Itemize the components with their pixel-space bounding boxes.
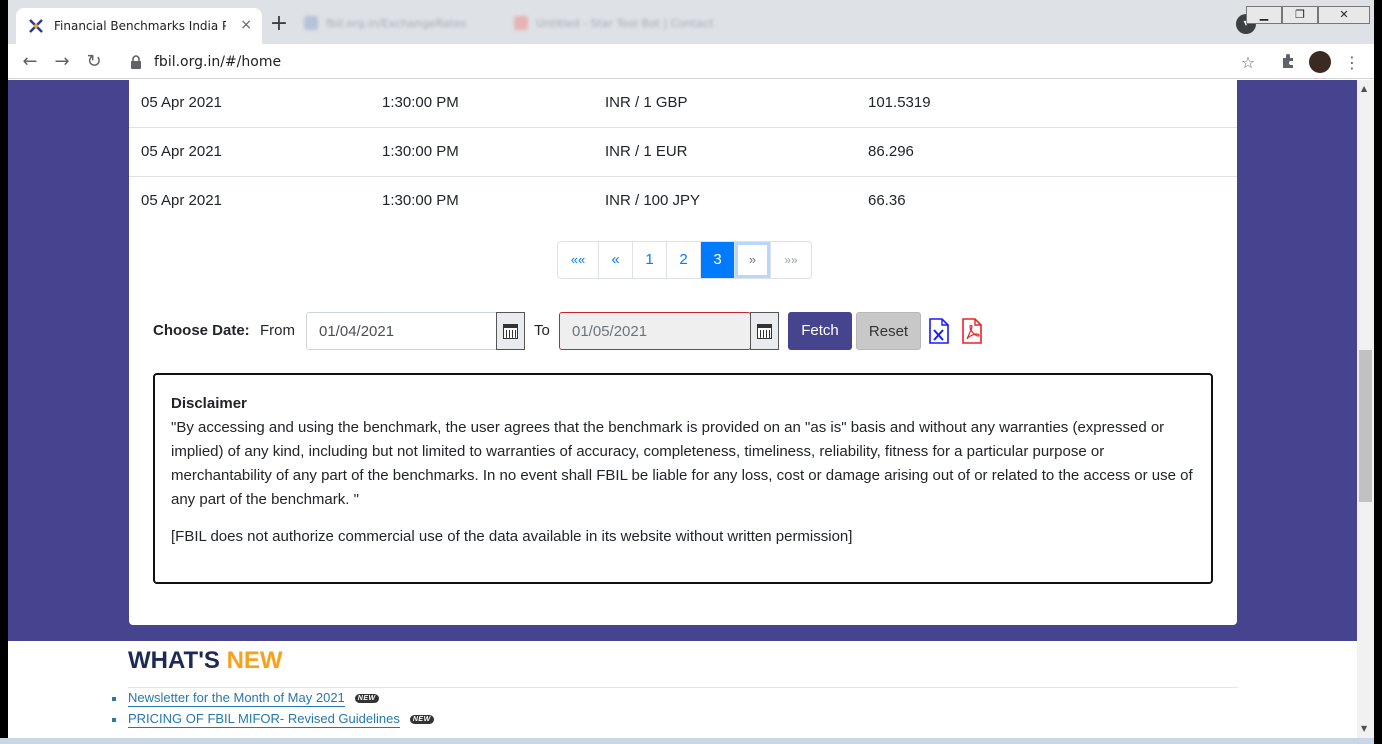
browser-menu-icon[interactable]: ⋮ [1342, 53, 1362, 73]
cell-currency: INR / 100 JPY [605, 192, 701, 209]
pdf-export-icon[interactable] [961, 318, 983, 344]
os-taskbar [0, 738, 1382, 744]
cell-date: 05 Apr 2021 [141, 94, 222, 111]
scrollbar-thumb[interactable] [1359, 350, 1372, 502]
background-tab-2[interactable]: Untitled - Star Tool Bot | Contact [514, 8, 713, 38]
page-1-button[interactable]: 1 [633, 242, 667, 278]
reset-button[interactable]: Reset [856, 312, 921, 350]
bullet-icon [112, 717, 116, 722]
lock-icon [130, 55, 144, 69]
address-bar[interactable]: fbil.org.in/#/home [118, 48, 1264, 76]
fetch-button[interactable]: Fetch [788, 312, 852, 350]
news-item: PRICING OF FBIL MIFOR- Revised Guideline… [112, 711, 434, 728]
extensions-icon[interactable] [1278, 53, 1298, 73]
next-page-button[interactable]: » [735, 242, 771, 278]
divider [128, 687, 1238, 688]
screen-edge [1374, 0, 1382, 744]
bullet-icon [112, 696, 116, 701]
back-icon[interactable]: ← [18, 50, 42, 74]
forward-icon[interactable]: → [50, 50, 74, 74]
browser-window: Financial Benchmarks India Pvt Lt × + fb… [8, 0, 1374, 744]
maximize-button[interactable]: ❐ [1282, 6, 1318, 24]
news-link[interactable]: PRICING OF FBIL MIFOR- Revised Guideline… [128, 711, 400, 728]
close-window-button[interactable]: ✕ [1318, 6, 1370, 24]
news-link[interactable]: Newsletter for the Month of May 2021 [128, 690, 345, 707]
news-item: Newsletter for the Month of May 2021 NEW [112, 690, 379, 707]
date-filter: Choose Date: From 01/04/2021 To 01/05/20… [153, 312, 1033, 350]
disclaimer-text: "By accessing and using the benchmark, t… [171, 419, 1193, 508]
disclaimer-box: Disclaimer "By accessing and using the b… [153, 373, 1213, 584]
bookmark-star-icon[interactable]: ☆ [1238, 53, 1258, 73]
reload-icon[interactable]: ↻ [82, 50, 106, 74]
url-text: fbil.org.in/#/home [154, 54, 282, 70]
scroll-down-icon[interactable]: ▼ [1361, 724, 1367, 733]
new-badge-icon: NEW [409, 715, 434, 724]
cell-currency: INR / 1 GBP [605, 94, 688, 111]
to-date-input[interactable]: 01/05/2021 [559, 312, 751, 350]
last-page-button[interactable]: »» [771, 242, 811, 278]
page-viewport: 05 Apr 2021 1:30:00 PM INR / 1 GBP 101.5… [8, 80, 1357, 744]
fbil-favicon-icon [28, 18, 44, 34]
cell-date: 05 Apr 2021 [141, 192, 222, 209]
page-2-button[interactable]: 2 [667, 242, 701, 278]
choose-date-label: Choose Date: [153, 322, 250, 339]
to-calendar-button[interactable] [750, 312, 779, 350]
disclaimer-title: Disclaimer [171, 395, 247, 412]
cell-currency: INR / 1 EUR [605, 143, 688, 160]
tab-favicon-icon [514, 16, 528, 30]
cell-date: 05 Apr 2021 [141, 143, 222, 160]
cell-time: 1:30:00 PM [382, 143, 459, 160]
table-row: 05 Apr 2021 1:30:00 PM INR / 100 JPY 66.… [129, 177, 1237, 226]
background-tab-title: fbil.org.in/ExchangeRates [326, 16, 467, 30]
tab-fbil[interactable]: Financial Benchmarks India Pvt Lt × [16, 8, 262, 44]
cell-rate: 66.36 [868, 192, 906, 209]
whats-new-title-part-1: WHAT'S [128, 647, 227, 674]
rates-card: 05 Apr 2021 1:30:00 PM INR / 1 GBP 101.5… [129, 80, 1237, 625]
whats-new-title-part-2: NEW [226, 647, 283, 674]
first-page-button[interactable]: «« [558, 242, 599, 278]
scroll-up-icon[interactable]: ▲ [1361, 84, 1367, 93]
page-3-button[interactable]: 3 [701, 242, 735, 278]
background-tab-1[interactable]: fbil.org.in/ExchangeRates [304, 8, 466, 38]
tab-favicon-icon [304, 16, 318, 30]
disclaimer-note: [FBIL does not authorize commercial use … [171, 528, 853, 545]
close-tab-icon[interactable]: × [240, 17, 252, 33]
table-row: 05 Apr 2021 1:30:00 PM INR / 1 EUR 86.29… [129, 128, 1237, 177]
to-label: To [534, 322, 550, 339]
page-scrollbar[interactable]: ▲ ▼ [1357, 80, 1374, 744]
cell-rate: 86.296 [868, 143, 914, 160]
from-label: From [260, 322, 295, 339]
from-calendar-button[interactable] [496, 312, 525, 350]
cell-rate: 101.5319 [868, 94, 931, 111]
pagination: «« « 1 2 3 » »» [557, 241, 812, 279]
from-date-input[interactable]: 01/04/2021 [306, 312, 498, 350]
tab-bar: Financial Benchmarks India Pvt Lt × + fb… [8, 0, 1374, 44]
new-badge-icon: NEW [354, 694, 379, 703]
profile-avatar[interactable] [1309, 51, 1331, 73]
prev-page-button[interactable]: « [599, 242, 633, 278]
cell-time: 1:30:00 PM [382, 192, 459, 209]
minimize-button[interactable]: ▁ [1246, 6, 1282, 24]
excel-export-icon[interactable] [928, 318, 950, 344]
table-row: 05 Apr 2021 1:30:00 PM INR / 1 GBP 101.5… [129, 80, 1237, 128]
whats-new-heading: WHAT'S NEW [128, 647, 283, 675]
calendar-icon [503, 323, 518, 339]
cell-time: 1:30:00 PM [382, 94, 459, 111]
window-controls: ▁ ❐ ✕ [1246, 6, 1370, 24]
calendar-icon [757, 323, 772, 339]
browser-toolbar: ← → ↻ fbil.org.in/#/home ☆ ⋮ [8, 44, 1374, 79]
background-tab-title: Untitled - Star Tool Bot | Contact [536, 16, 714, 30]
tab-title: Financial Benchmarks India Pvt Lt [54, 19, 226, 33]
new-tab-button[interactable]: + [266, 12, 292, 38]
